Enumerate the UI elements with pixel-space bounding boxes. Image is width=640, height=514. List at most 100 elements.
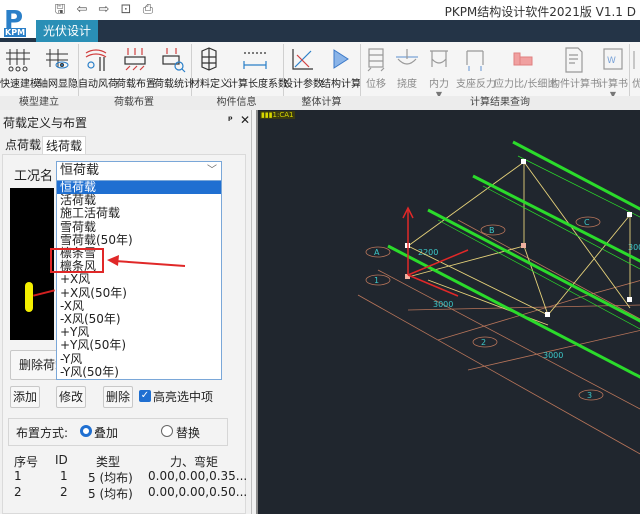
internal-force-button[interactable]: 内力 ▼: [422, 42, 456, 99]
add-button[interactable]: 添加: [10, 386, 40, 408]
axis-eye-icon: [46, 49, 69, 69]
group-overall-calc: 整体计算: [283, 96, 360, 110]
purlin: [387, 244, 640, 379]
title-bar: 🖫 ⇦ ⇨ ⊡ ⎙ PKPM结构设计软件2021版 V1.1 D: [0, 0, 640, 20]
redo-icon[interactable]: ⇨: [96, 2, 112, 18]
deflection-button[interactable]: 挠度: [392, 42, 422, 96]
stress-ratio-icon: [513, 52, 533, 66]
purlin: [512, 140, 640, 211]
screenshot-icon[interactable]: ⊡: [118, 2, 134, 18]
grid-icon: [6, 49, 30, 72]
length-coef-icon: [243, 52, 267, 69]
table-row[interactable]: 1 1 5 (均布) 0.00,0.00,0.35...: [8, 469, 247, 485]
model-drawing: 2200 3000 3000 3000 A 1 B C 2 3: [357, 140, 640, 455]
axis-label: 2: [481, 338, 486, 347]
dropdown-option[interactable]: -Y风(50年): [57, 365, 221, 379]
calc-length-coef-button[interactable]: 计算长度系数: [228, 42, 288, 96]
load-stat-button[interactable]: 荷载统计: [154, 42, 194, 96]
axis-toggle-button[interactable]: 轴网显隐: [38, 42, 78, 96]
axis-label: B: [489, 226, 495, 235]
deflection-icon: [396, 49, 418, 65]
condition-select[interactable]: 恒荷载 ﹀: [56, 161, 222, 181]
quick-model-label: 快速建模: [0, 79, 40, 90]
load-place-icon: [124, 48, 146, 71]
group-result-query: 计算结果查询: [360, 96, 640, 110]
delete-button[interactable]: 删除: [103, 386, 133, 408]
radio-overlay[interactable]: [80, 425, 92, 437]
highlight-checkbox[interactable]: ✓: [139, 390, 151, 402]
pkpm-logo[interactable]: P KPM: [0, 6, 36, 38]
structure-calc-button[interactable]: 结构计算: [321, 42, 361, 96]
grid-lines: [357, 219, 640, 455]
stress-ratio-button[interactable]: 应力比/长细比: [494, 42, 557, 96]
dropdown-option[interactable]: 施工活荷载: [57, 207, 221, 220]
calc-report-button[interactable]: W 计算书 ▼: [598, 42, 628, 99]
col-id: ID: [55, 453, 68, 467]
dropdown-option[interactable]: +X风(50年): [57, 286, 221, 300]
layout-mode-label: 布置方式:: [16, 426, 69, 440]
optimize-icon: [633, 51, 635, 69]
quick-model-button[interactable]: 快速建模: [0, 42, 40, 96]
tab-line-load[interactable]: 线荷载: [42, 136, 87, 154]
displacement-button[interactable]: 位移: [360, 42, 392, 96]
calc-length-coef-label: 计算长度系数: [228, 79, 288, 90]
svg-text:W: W: [607, 56, 616, 66]
material-def-button[interactable]: 材料定义: [190, 42, 230, 96]
load-place-button[interactable]: 荷载布置: [116, 42, 156, 96]
grid-line-b: [357, 294, 640, 455]
condition-value: 恒荷载: [60, 163, 100, 178]
axis-label: C: [584, 218, 590, 227]
structure-calc-label: 结构计算: [321, 79, 361, 90]
dropdown-option[interactable]: 活荷载: [57, 194, 221, 207]
cell-id: 1: [60, 469, 68, 483]
chevron-down-icon: ﹀: [207, 165, 217, 176]
close-icon[interactable]: ✕: [240, 113, 250, 127]
support-reaction-button[interactable]: 支座反力: [456, 42, 496, 96]
radio-overlay-label: 叠加: [94, 426, 119, 440]
dropdown-option[interactable]: -X风: [57, 299, 221, 313]
tab-point-load[interactable]: 点荷载: [2, 136, 44, 154]
dropdown-option[interactable]: 雪荷载(50年): [57, 233, 221, 247]
condition-label: 工况名: [14, 169, 54, 184]
cell-id: 2: [60, 485, 68, 499]
material-def-label: 材料定义: [190, 79, 230, 90]
design-param-icon: [292, 49, 313, 70]
annotation-arrow-icon: [107, 255, 186, 267]
dropdown-option[interactable]: 雪荷载: [57, 220, 221, 234]
optimize-button[interactable]: 优: [630, 42, 640, 96]
wind-load-icon: [85, 49, 107, 71]
radio-replace[interactable]: [161, 425, 173, 437]
dropdown-option[interactable]: +Y风: [57, 326, 221, 339]
dropdown-option[interactable]: +Y风(50年): [57, 339, 221, 352]
undo-icon[interactable]: ⇦: [74, 2, 90, 18]
displacement-label: 位移: [366, 79, 386, 90]
reaction-icon: [466, 50, 484, 71]
modify-button[interactable]: 修改: [56, 386, 86, 408]
cell-force: 0.00,0.00,0.35...: [148, 469, 248, 483]
highlight-label: 高亮选中项: [153, 390, 214, 404]
auto-wind-label: 自动风荷: [78, 79, 118, 90]
pin-icon[interactable]: ᵖ: [228, 115, 233, 126]
radio-replace-label: 替换: [176, 426, 201, 440]
purlins: [387, 140, 640, 379]
design-param-button[interactable]: 设计参数: [283, 42, 323, 96]
save-icon[interactable]: 🖫: [52, 2, 68, 18]
member-report-button[interactable]: 构件计算书: [550, 42, 600, 96]
annotation-highlight-box: [50, 248, 104, 273]
auto-wind-button[interactable]: 自动风荷: [78, 42, 118, 96]
logo-sub: KPM: [4, 28, 27, 37]
table-row[interactable]: 2 2 5 (均布) 0.00,0.00,0.50...: [8, 485, 247, 501]
print-icon[interactable]: ⎙: [140, 2, 156, 18]
word-icon: W: [603, 48, 623, 70]
purlin: [427, 208, 640, 323]
tab-photovoltaic-design[interactable]: 光伏设计: [36, 20, 98, 42]
panel-title: 荷载定义与布置: [3, 116, 88, 130]
material-icon: [201, 47, 217, 71]
ribbon: 快速建模 轴网显隐 自动风荷 荷载布置 荷载统计 材料定义 计算长度系数 设计参…: [0, 42, 640, 110]
axis-label: 1: [374, 276, 379, 285]
load-place-label: 荷载布置: [116, 79, 156, 90]
dropdown-option[interactable]: +X风: [57, 273, 221, 286]
dropdown-option[interactable]: -Y风: [57, 352, 221, 366]
group-member-info: 构件信息: [190, 96, 283, 110]
model-canvas[interactable]: ▮▮▮1:CA1 2200 3000 3000 3000 A 1 B: [256, 110, 640, 514]
